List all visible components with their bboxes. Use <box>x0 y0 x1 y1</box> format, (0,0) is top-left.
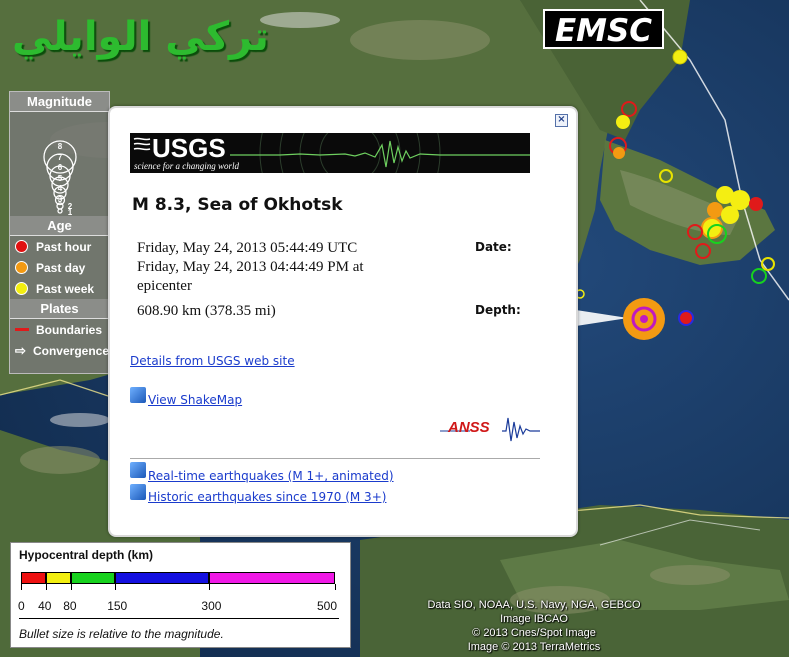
mag-label-1: 1 <box>68 208 73 216</box>
date-label: Date: <box>475 240 512 254</box>
depth-scale-legend: Hypocentral depth (km) 0 40 80 150 300 500 Bu… <box>10 542 351 648</box>
age-header: Age <box>10 216 109 236</box>
credit-line-3: © 2013 Cnes/Spot Image <box>472 627 596 639</box>
legend-age-item: Past hour <box>10 236 109 257</box>
legend-age-item: Past day <box>10 257 109 278</box>
anss-logo: ANSS <box>440 414 544 442</box>
legend-age-item: Past week <box>10 278 109 299</box>
depth-segment <box>71 572 116 584</box>
usgs-details-link[interactable]: Details from USGS web site <box>130 354 295 368</box>
mag-label-3: 3 <box>58 195 63 204</box>
plates-header: Plates <box>10 299 109 319</box>
legend-convergence-label: Convergence <box>32 343 109 358</box>
mag-label-8: 8 <box>58 142 63 151</box>
emsc-logo: EMSC <box>543 9 664 49</box>
realtime-icon[interactable] <box>130 462 146 478</box>
depth-label: Depth: <box>475 303 521 317</box>
red-line-icon <box>15 328 29 331</box>
legend-age-label: Past hour <box>36 239 92 254</box>
usgs-tagline: science for a changing world <box>134 161 239 171</box>
credit-line-2: Image IBCAO <box>500 613 568 625</box>
earthquake-info-popup: × USGS science for a changing world M 8.… <box>108 106 578 537</box>
legend-age-label: Past week <box>36 281 95 296</box>
usgs-banner: USGS science for a changing world <box>130 133 530 173</box>
historic-earthquakes-link[interactable]: Historic earthquakes since 1970 (M 3+) <box>148 490 386 504</box>
anss-text: ANSS <box>448 419 490 436</box>
quake-title: M 8.3, Sea of Okhotsk <box>132 195 343 215</box>
depth-tick-label: 0 <box>18 599 25 613</box>
depth-tick-label: 300 <box>201 599 222 613</box>
legend-boundaries-label: Boundaries <box>36 322 103 337</box>
magnitude-header: Magnitude <box>10 92 109 112</box>
depth-segment <box>21 572 47 584</box>
depth-tick-label: 40 <box>38 599 52 613</box>
legend-age-label: Past day <box>36 260 86 275</box>
legend-convergence: ⇨ Convergence <box>10 340 109 361</box>
mag-label-7: 7 <box>58 153 63 162</box>
age-dot-icon <box>15 282 28 295</box>
shakemap-icon[interactable] <box>130 387 146 403</box>
depth-tick-mark <box>71 584 73 590</box>
legend-boundaries: Boundaries <box>10 319 109 340</box>
depth-scale-title: Hypocentral depth (km) <box>19 548 154 562</box>
credit-line-1: Data SIO, NOAA, U.S. Navy, NGA, GEBCO <box>427 599 641 611</box>
depth-tick-mark <box>209 584 211 590</box>
depth-segment <box>46 572 72 584</box>
depth-tick-mark <box>115 584 117 590</box>
age-dot-icon <box>15 261 28 274</box>
map-credits: Data SIO, NOAA, U.S. Navy, NGA, GEBCO Im… <box>404 598 664 654</box>
depth-divider <box>19 618 339 619</box>
date-local-suffix: epicenter <box>137 278 192 294</box>
depth-tick-mark <box>335 584 336 590</box>
shakemap-link[interactable]: View ShakeMap <box>148 393 242 407</box>
usgs-logo: USGS <box>152 133 226 163</box>
depth-value: 608.90 km (378.35 mi) <box>137 303 276 319</box>
depth-segment <box>209 572 335 584</box>
credit-line-4: Image © 2013 TerraMetrics <box>467 641 601 653</box>
date-local: Friday, May 24, 2013 04:44:49 PM at <box>137 259 364 275</box>
depth-tick-mark <box>21 584 22 590</box>
date-utc: Friday, May 24, 2013 05:44:49 UTC <box>137 240 358 256</box>
mag-label-4: 4 <box>58 184 63 193</box>
depth-tick-label: 150 <box>107 599 128 613</box>
historic-icon[interactable] <box>130 484 146 500</box>
divider <box>130 458 540 459</box>
age-dot-icon <box>15 240 28 253</box>
depth-segment <box>115 572 210 584</box>
arrow-right-icon: ⇨ <box>15 342 26 358</box>
map-legend: Magnitude 8 7 6 5 4 3 2 1 Age Past hour P… <box>9 91 110 374</box>
mag-label-5: 5 <box>58 174 63 183</box>
watermark-text: تركي الوايلي <box>12 14 269 60</box>
mag-label-6: 6 <box>58 163 63 172</box>
depth-tick-mark <box>46 584 48 590</box>
depth-tick-label: 80 <box>63 599 77 613</box>
magnitude-circles-icon: 8 7 6 5 4 3 2 1 <box>43 140 77 216</box>
magnitude-scale: 8 7 6 5 4 3 2 1 <box>10 112 109 216</box>
close-icon[interactable]: × <box>555 114 568 127</box>
depth-tick-label: 500 <box>317 599 338 613</box>
realtime-earthquakes-link[interactable]: Real-time earthquakes (M 1+, animated) <box>148 469 394 483</box>
depth-scale-note: Bullet size is relative to the magnitude… <box>19 627 224 641</box>
